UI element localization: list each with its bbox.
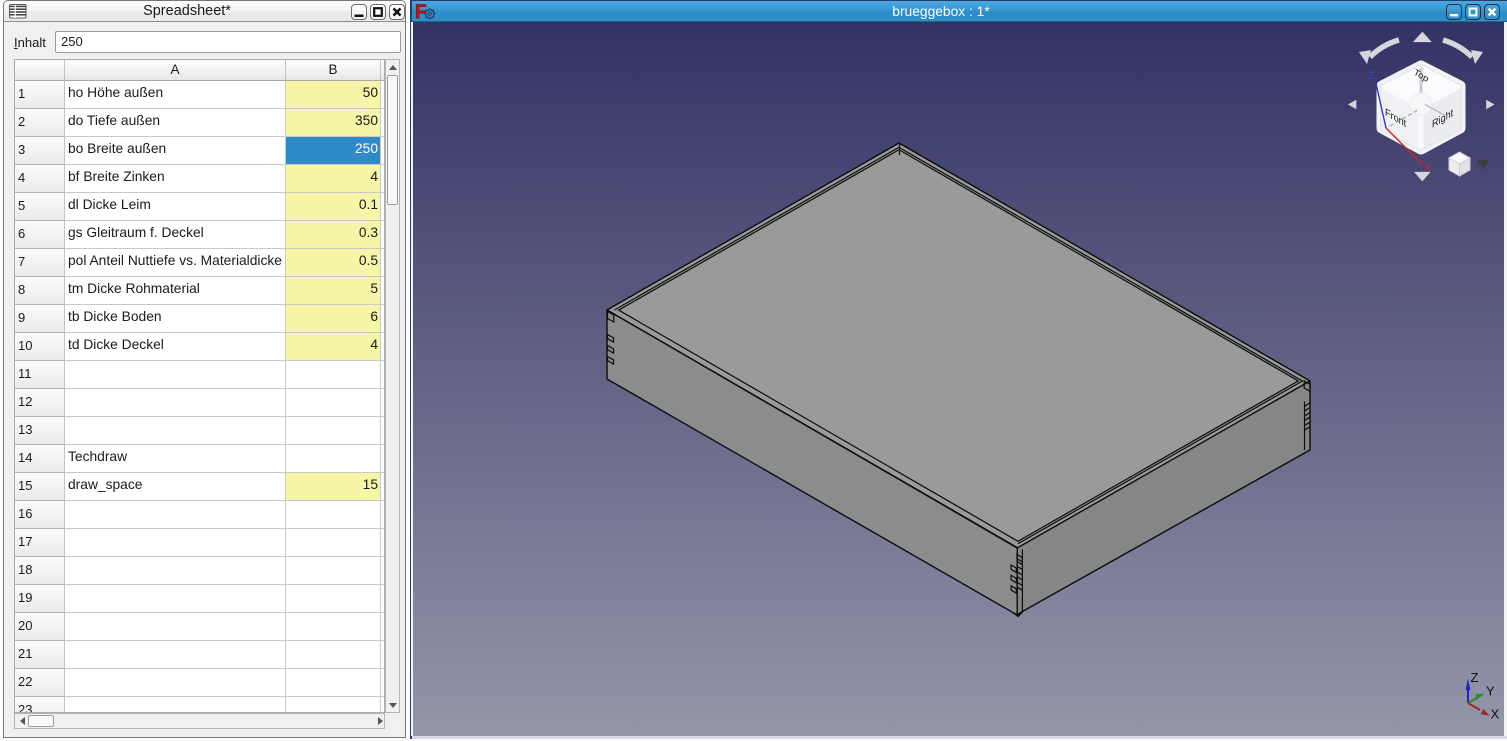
svg-text:Y: Y	[1486, 684, 1495, 699]
svg-text:X: X	[1491, 707, 1500, 722]
svg-text:Z: Z	[1471, 670, 1479, 685]
svg-text:Z: Z	[1368, 70, 1375, 82]
svg-text:X: X	[1424, 162, 1432, 174]
